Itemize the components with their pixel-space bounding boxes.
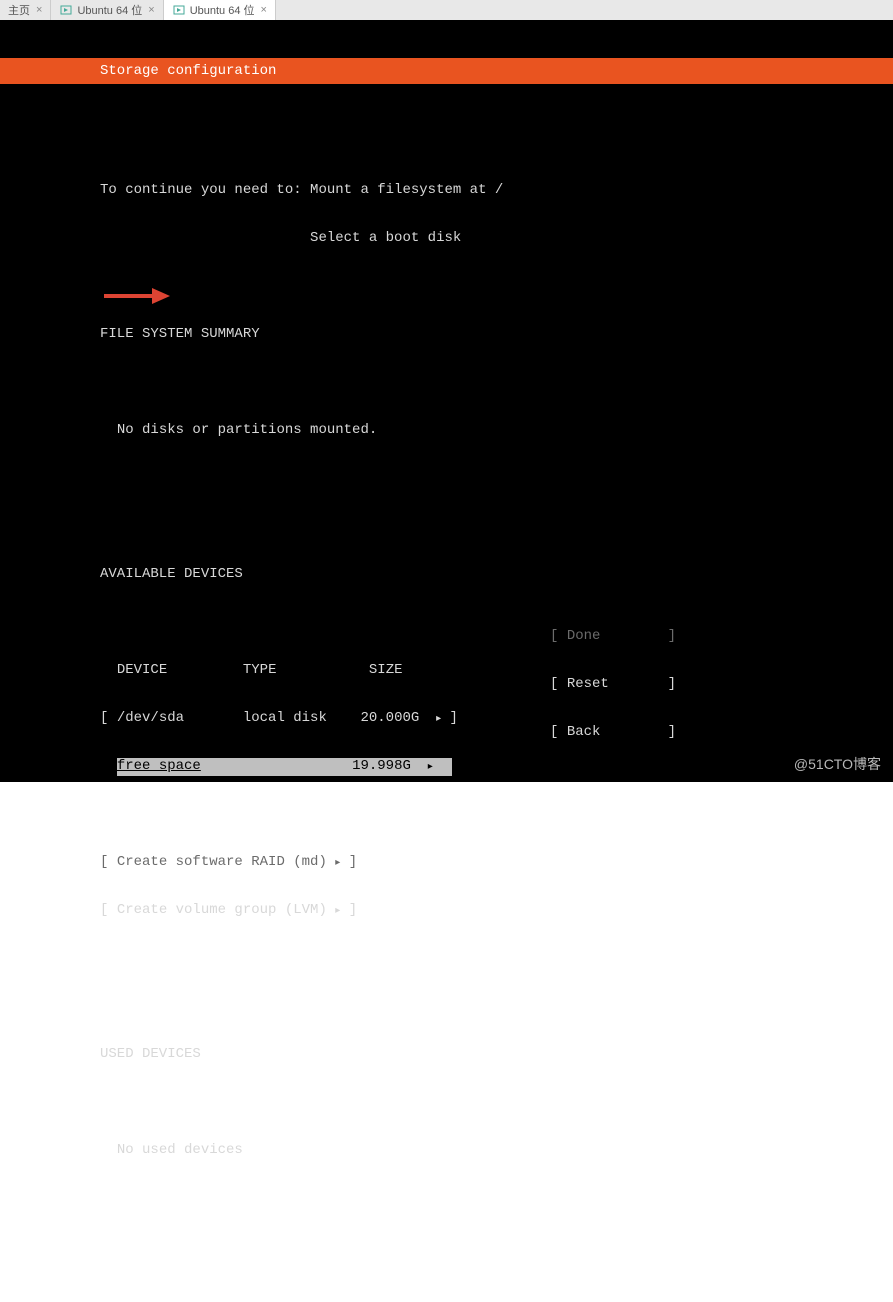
create-raid-button: [ Create software RAID (md) ▸ ] <box>100 854 893 870</box>
close-icon[interactable]: × <box>36 4 42 16</box>
back-button[interactable]: [ Back ] <box>550 724 676 740</box>
watermark: @51CTO博客 <box>794 756 881 772</box>
device-name: free space <box>117 758 201 774</box>
chevron-right-icon: ▸ <box>428 762 433 773</box>
fs-summary-heading: FILE SYSTEM SUMMARY <box>100 326 893 342</box>
instruction-prefix: To continue you need to: <box>100 182 310 198</box>
used-empty: No used devices <box>117 1142 243 1158</box>
device-row-sda[interactable]: [ /dev/sda local disk 20.000G ▸ ] <box>100 710 893 726</box>
close-icon[interactable]: × <box>148 4 154 16</box>
tab-label: 主页 <box>8 2 30 18</box>
reset-button[interactable]: [ Reset ] <box>550 676 676 692</box>
device-row-free-space[interactable]: free space 19.998G ▸ <box>100 758 893 774</box>
done-button: [ Done ] <box>550 628 676 644</box>
device-type: local disk <box>243 710 327 726</box>
col-type: TYPE <box>243 662 277 678</box>
instruction-line-2: Select a boot disk <box>310 230 461 246</box>
chevron-right-icon: ▸ <box>335 858 340 869</box>
device-size: 19.998G <box>352 758 411 774</box>
footer-buttons: [ Done ] [ Reset ] [ Back ] <box>550 596 676 772</box>
close-icon[interactable]: × <box>261 4 267 16</box>
tab-label: Ubuntu 64 位 <box>77 2 142 18</box>
col-device: DEVICE <box>117 662 167 678</box>
vm-tab-ubuntu-1[interactable]: Ubuntu 64 位 × <box>51 0 163 20</box>
vm-tab-ubuntu-2[interactable]: Ubuntu 64 位 × <box>164 0 276 20</box>
chevron-right-icon: ▸ <box>335 906 340 917</box>
chevron-right-icon: ▸ <box>436 714 441 725</box>
vm-tab-bar: 主页 × Ubuntu 64 位 × Ubuntu 64 位 × <box>0 0 893 20</box>
instruction-line-1: Mount a filesystem at / <box>310 182 503 198</box>
installer-terminal: Storage configuration To continue you ne… <box>0 20 893 782</box>
used-heading: USED DEVICES <box>100 1046 893 1062</box>
device-size: 20.000G <box>360 710 419 726</box>
create-lvm-button[interactable]: [ Create volume group (LVM) ▸ ] <box>100 902 893 918</box>
tab-label: Ubuntu 64 位 <box>190 2 255 18</box>
vm-tab-home[interactable]: 主页 × <box>0 0 51 20</box>
available-heading: AVAILABLE DEVICES <box>100 566 893 582</box>
page-title: Storage configuration <box>0 58 893 84</box>
vm-icon <box>172 3 186 17</box>
device-name: /dev/sda <box>117 710 184 726</box>
col-size: SIZE <box>369 662 403 678</box>
fs-summary-empty: No disks or partitions mounted. <box>117 422 377 438</box>
vm-icon <box>59 3 73 17</box>
